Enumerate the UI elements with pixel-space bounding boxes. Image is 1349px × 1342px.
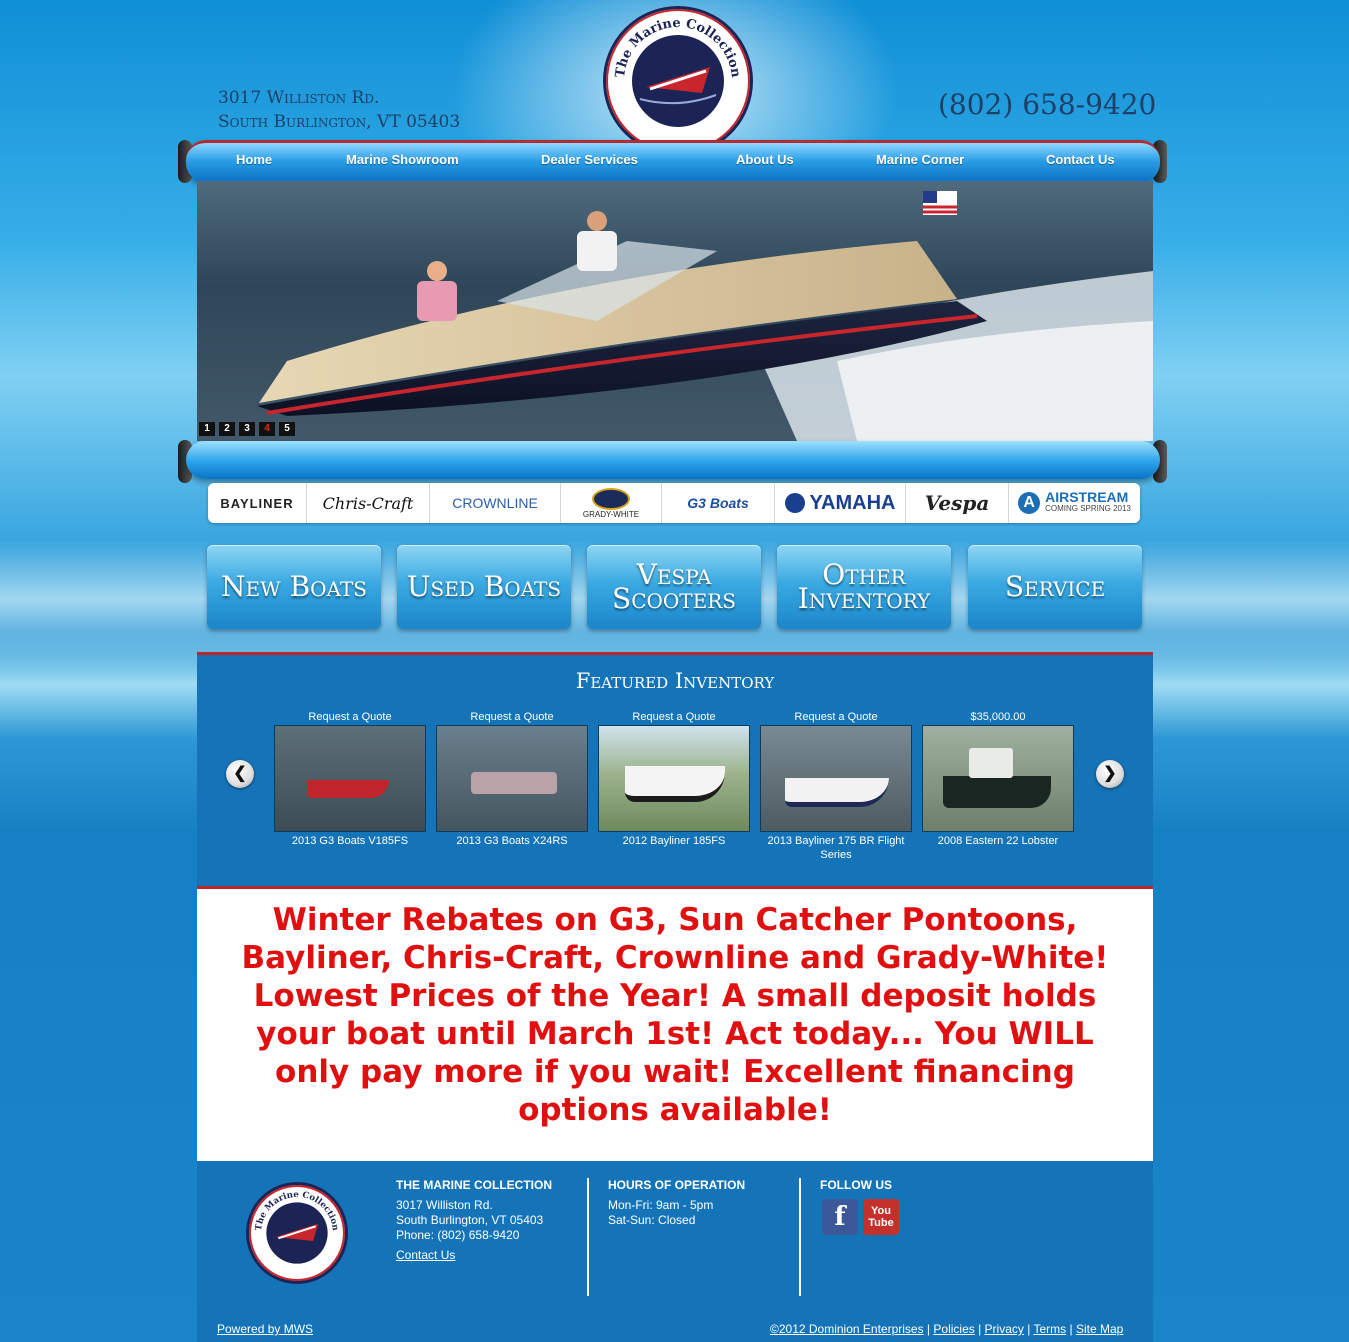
- footer-hours-heading: HOURS OF OPERATION: [608, 1178, 746, 1192]
- pontoon-thumbnail-icon: [471, 772, 557, 794]
- site-logo[interactable]: The Marine Collection POWER BOATS: [603, 6, 753, 156]
- slider-page-3[interactable]: 3: [239, 422, 255, 436]
- footer-hours-weekend: Sat-Sun: Closed: [608, 1213, 696, 1227]
- item-thumbnail[interactable]: [436, 725, 588, 832]
- item-thumbnail[interactable]: [598, 725, 750, 832]
- slider-bottom-bar: [186, 441, 1160, 479]
- footer-follow: FOLLOW US: [820, 1178, 892, 1198]
- brand-crownline[interactable]: CROWNLINE: [430, 483, 561, 523]
- boat-on-trailer-icon: [625, 766, 725, 802]
- category-used-boats[interactable]: Used Boats: [397, 545, 571, 629]
- category-vespa-scooters[interactable]: Vespa Scooters: [587, 545, 761, 629]
- slider-page-1[interactable]: 1: [199, 422, 215, 436]
- footer-logo[interactable]: The Marine Collection POWER BOATS: [246, 1182, 348, 1284]
- brand-chris-craft[interactable]: Chris-Craft: [307, 483, 430, 523]
- category-new-boats[interactable]: New Boats: [207, 545, 381, 629]
- footer-powered: Powered by MWS: [217, 1322, 313, 1336]
- yamaha-tuning-fork-icon: [784, 493, 805, 513]
- item-quote-link[interactable]: Request a Quote: [436, 710, 588, 724]
- header-address: 3017 Williston Rd. South Burlington, VT …: [218, 86, 460, 134]
- main-nav: [186, 140, 1160, 183]
- youtube-icon[interactable]: You Tube: [863, 1199, 899, 1235]
- facebook-icon[interactable]: f: [822, 1199, 858, 1235]
- footer-phone: Phone: (802) 658-9420: [396, 1228, 520, 1242]
- item-quote-link[interactable]: Request a Quote: [274, 710, 426, 724]
- header-phone[interactable]: (802) 658-9420: [938, 88, 1156, 121]
- slider-page-2[interactable]: 2: [219, 422, 235, 436]
- nav-marine-corner[interactable]: Marine Corner: [876, 152, 964, 167]
- inventory-item[interactable]: Request a Quote 2013 G3 Boats X24RS: [436, 710, 588, 848]
- item-name[interactable]: 2013 G3 Boats X24RS: [436, 834, 588, 848]
- footer-contact-link[interactable]: Contact Us: [396, 1248, 455, 1262]
- boat-thumbnail-icon: [307, 780, 389, 798]
- boat-photo: [257, 191, 1153, 441]
- nav-home[interactable]: Home: [236, 152, 272, 167]
- address-line2: South Burlington, VT 05403: [218, 112, 461, 132]
- footer-address2: South Burlington, VT 05403: [396, 1213, 544, 1227]
- site-map-link[interactable]: Site Map: [1076, 1322, 1123, 1336]
- logo-emblem-icon: The Marine Collection POWER BOATS: [254, 1190, 340, 1265]
- brand-grady-white[interactable]: GRADY-WHITE: [561, 483, 662, 523]
- chevron-right-icon[interactable]: ❯: [1096, 760, 1124, 788]
- footer-divider: [799, 1178, 801, 1296]
- footer-divider: [587, 1178, 589, 1296]
- inventory-item[interactable]: $35,000.00 2008 Eastern 22 Lobster: [922, 710, 1074, 848]
- inventory-item[interactable]: Request a Quote 2012 Bayliner 185FS: [598, 710, 750, 848]
- footer-company-heading: THE MARINE COLLECTION: [396, 1178, 552, 1192]
- category-service[interactable]: Service: [968, 545, 1142, 629]
- airstream-logo-icon: A: [1018, 492, 1041, 514]
- featured-title: Featured Inventory: [575, 669, 775, 693]
- boat-thumbnail-icon: [785, 778, 889, 807]
- footer-hours-weekday: Mon-Fri: 9am - 5pm: [608, 1198, 714, 1212]
- policies-link[interactable]: Policies: [933, 1322, 974, 1336]
- copyright-link[interactable]: ©2012 Dominion Enterprises: [770, 1322, 924, 1336]
- address-line1: 3017 Williston Rd.: [218, 88, 380, 108]
- footer-legal: ©2012 Dominion Enterprises | Policies | …: [770, 1322, 1124, 1336]
- item-thumbnail[interactable]: [274, 725, 426, 832]
- slider-page-4[interactable]: 4: [259, 422, 275, 436]
- item-name[interactable]: 2012 Bayliner 185FS: [598, 834, 750, 848]
- powered-by-link[interactable]: Powered by MWS: [217, 1322, 313, 1336]
- item-quote-link[interactable]: Request a Quote: [760, 710, 912, 724]
- brand-vespa[interactable]: Vespa: [906, 483, 1009, 523]
- footer-company: THE MARINE COLLECTION 3017 Williston Rd.…: [396, 1178, 552, 1263]
- terms-link[interactable]: Terms: [1033, 1322, 1066, 1336]
- nav-contact-us[interactable]: Contact Us: [1046, 152, 1115, 167]
- chevron-left-icon[interactable]: ❮: [226, 760, 254, 788]
- brand-bayliner[interactable]: BAYLINER: [208, 483, 307, 523]
- logo-emblem-icon: The Marine Collection POWER BOATS: [613, 16, 743, 129]
- footer-address1: 3017 Williston Rd.: [396, 1198, 493, 1212]
- promo-text: Winter Rebates on G3, Sun Catcher Pontoo…: [241, 902, 1109, 1128]
- item-thumbnail[interactable]: [760, 725, 912, 832]
- brand-g3-boats[interactable]: G3 Boats: [662, 483, 775, 523]
- slider-page-5[interactable]: 5: [279, 422, 295, 436]
- category-other-inventory[interactable]: Other Inventory: [777, 545, 951, 629]
- promo-banner: Winter Rebates on G3, Sun Catcher Pontoo…: [197, 886, 1153, 1164]
- grady-white-emblem-icon: [592, 487, 630, 510]
- item-quote-link[interactable]: Request a Quote: [598, 710, 750, 724]
- item-name[interactable]: 2008 Eastern 22 Lobster: [922, 834, 1074, 848]
- footer-follow-heading: FOLLOW US: [820, 1178, 892, 1192]
- hero-slider-image[interactable]: [197, 181, 1153, 441]
- inventory-item[interactable]: Request a Quote 2013 Bayliner 175 BR Fli…: [760, 710, 912, 862]
- brand-airstream[interactable]: A AIRSTREAM COMING SPRING 2013: [1009, 483, 1140, 523]
- brand-yamaha[interactable]: YAMAHA: [775, 483, 906, 523]
- nav-about-us[interactable]: About Us: [736, 152, 794, 167]
- inventory-item[interactable]: Request a Quote 2013 G3 Boats V185FS: [274, 710, 426, 848]
- item-thumbnail[interactable]: [922, 725, 1074, 832]
- lobster-boat-icon: [943, 776, 1051, 808]
- item-name[interactable]: 2013 G3 Boats V185FS: [274, 834, 426, 848]
- privacy-link[interactable]: Privacy: [985, 1322, 1024, 1336]
- footer-hours: HOURS OF OPERATION Mon-Fri: 9am - 5pm Sa…: [608, 1178, 745, 1228]
- item-name[interactable]: 2013 Bayliner 175 BR Flight Series: [760, 834, 912, 862]
- nav-marine-showroom[interactable]: Marine Showroom: [346, 152, 459, 167]
- cabin-icon: [969, 748, 1013, 778]
- item-price: $35,000.00: [970, 711, 1026, 723]
- nav-dealer-services[interactable]: Dealer Services: [541, 152, 638, 167]
